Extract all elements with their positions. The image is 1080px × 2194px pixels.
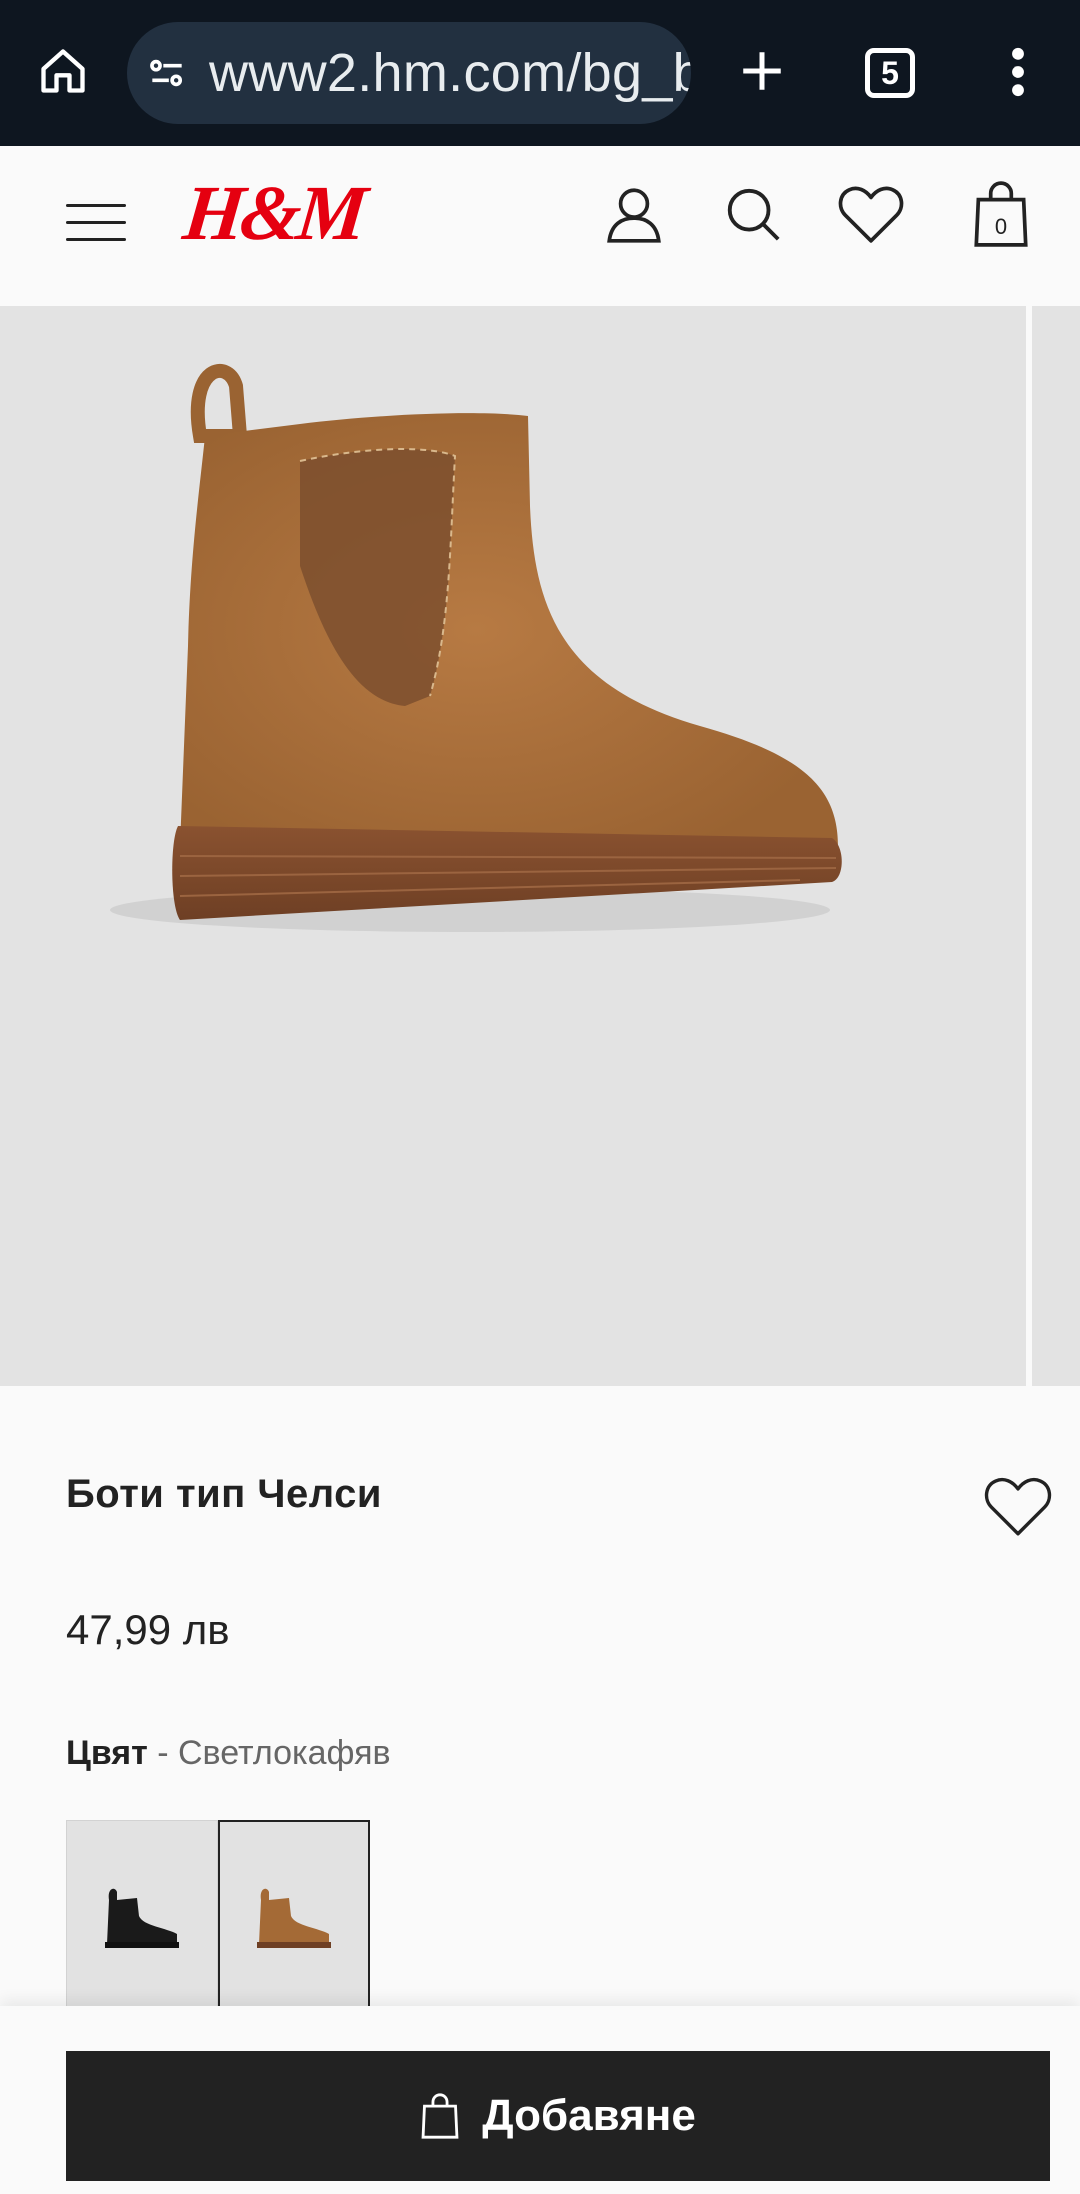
color-value: - Светлокафяв bbox=[157, 1734, 391, 1772]
url-text[interactable]: www2.hm.com/bg_bg bbox=[209, 42, 691, 104]
account-icon[interactable] bbox=[594, 174, 674, 254]
black-boot-thumbnail-icon bbox=[105, 1888, 179, 1948]
brand-logo[interactable]: H&M bbox=[179, 168, 367, 258]
site-header: H&M 0 bbox=[0, 146, 1080, 306]
site-settings-icon[interactable] bbox=[145, 49, 189, 97]
color-swatches bbox=[66, 1820, 370, 2010]
product-image[interactable] bbox=[0, 306, 1026, 1386]
new-tab-icon[interactable] bbox=[727, 36, 797, 106]
tab-count: 5 bbox=[881, 54, 899, 91]
add-to-favorites-heart-icon[interactable] bbox=[982, 1470, 1054, 1542]
browser-toolbar: www2.hm.com/bg_bg 5 bbox=[0, 0, 1080, 146]
chelsea-boot-image bbox=[110, 364, 842, 932]
more-menu-icon[interactable] bbox=[1000, 40, 1036, 104]
add-to-bag-label: Добавяне bbox=[482, 2091, 696, 2140]
search-icon[interactable] bbox=[713, 174, 793, 254]
product-image-gallery[interactable] bbox=[0, 306, 1080, 1386]
add-to-bag-button[interactable]: Добавяне bbox=[66, 2051, 1050, 2181]
color-selection-label: Цвят - Светлокафяв bbox=[66, 1734, 391, 1773]
home-icon[interactable] bbox=[30, 38, 96, 104]
swatch-black[interactable] bbox=[66, 1820, 218, 2010]
product-title: Боти тип Челси bbox=[66, 1472, 383, 1516]
next-product-image[interactable] bbox=[1032, 306, 1080, 1386]
shopping-bag-icon bbox=[421, 2093, 459, 2139]
bag-count: 0 bbox=[994, 214, 1008, 239]
swatch-light-brown[interactable] bbox=[218, 1820, 370, 2010]
favorites-heart-icon[interactable] bbox=[831, 174, 911, 254]
sticky-add-to-bag-bar: Добавяне bbox=[0, 2006, 1080, 2194]
address-bar[interactable]: www2.hm.com/bg_bg bbox=[127, 22, 691, 124]
product-price: 47,99 лв bbox=[66, 1606, 230, 1653]
brown-boot-thumbnail-icon bbox=[257, 1888, 331, 1948]
shopping-bag-icon[interactable]: 0 bbox=[961, 174, 1041, 254]
color-label: Цвят bbox=[66, 1734, 148, 1772]
tab-switcher-button[interactable]: 5 bbox=[865, 48, 915, 98]
hamburger-menu-icon[interactable] bbox=[66, 192, 126, 252]
